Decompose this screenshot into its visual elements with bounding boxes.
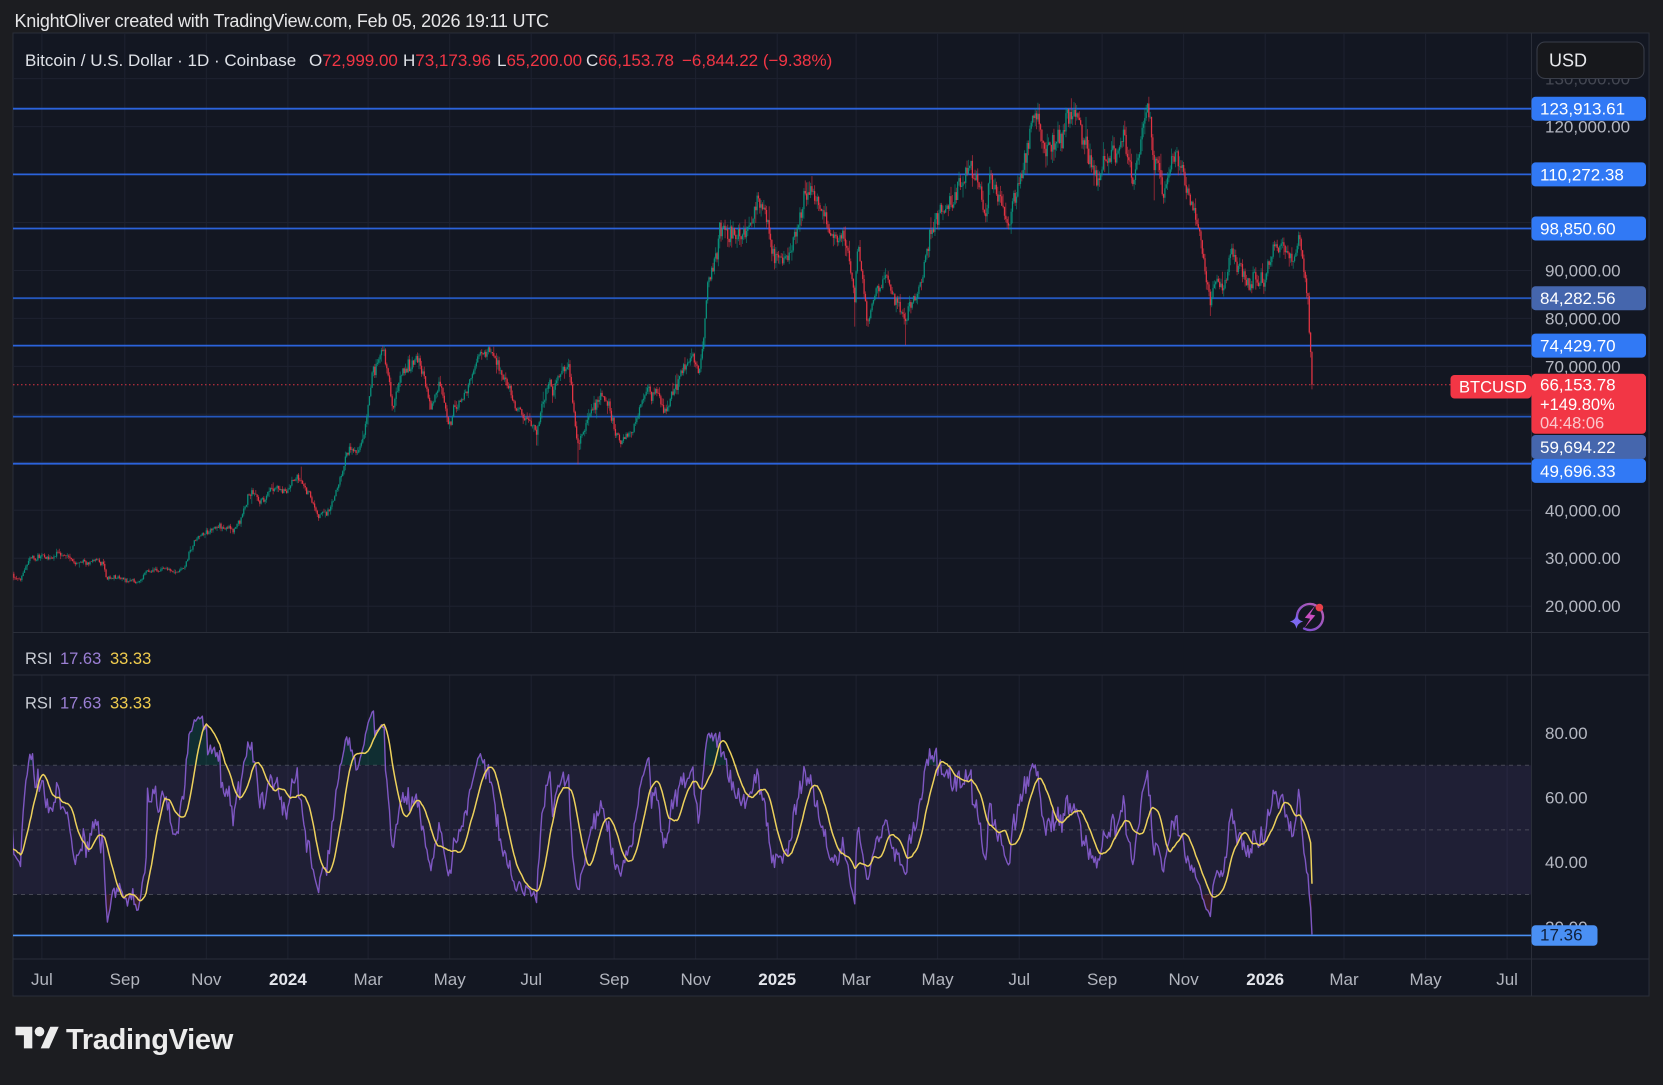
- svg-text:Jul: Jul: [520, 970, 542, 989]
- svg-text:80.00: 80.00: [1545, 724, 1588, 743]
- svg-text:C66,153.78: C66,153.78: [586, 51, 674, 70]
- svg-text:20,000.00: 20,000.00: [1545, 597, 1621, 616]
- svg-text:84,282.56: 84,282.56: [1540, 289, 1616, 308]
- svg-text:110,272.38: 110,272.38: [1540, 165, 1624, 184]
- svg-text:Nov: Nov: [680, 970, 711, 989]
- svg-text:Nov: Nov: [1168, 970, 1199, 989]
- svg-text:17.63: 17.63: [60, 650, 101, 668]
- svg-text:Jul: Jul: [1496, 970, 1518, 989]
- svg-text:Nov: Nov: [191, 970, 222, 989]
- svg-text:L65,200.00: L65,200.00: [497, 51, 582, 70]
- svg-text:Jul: Jul: [31, 970, 53, 989]
- svg-text:33.33: 33.33: [110, 650, 151, 668]
- svg-text:2026: 2026: [1246, 970, 1284, 989]
- svg-text:30,000.00: 30,000.00: [1545, 549, 1621, 568]
- svg-text:Bitcoin / U.S. Dollar · 1D · C: Bitcoin / U.S. Dollar · 1D · Coinbase: [25, 51, 296, 70]
- svg-text:KnightOliver created with Trad: KnightOliver created with TradingView.co…: [15, 11, 550, 31]
- svg-text:Sep: Sep: [110, 970, 140, 989]
- svg-text:Mar: Mar: [841, 970, 871, 989]
- svg-text:49,696.33: 49,696.33: [1540, 462, 1616, 481]
- svg-text:TradingView: TradingView: [66, 1024, 234, 1056]
- svg-text:May: May: [922, 970, 955, 989]
- svg-text:17.63: 17.63: [60, 695, 101, 713]
- svg-text:RSI: RSI: [25, 695, 53, 713]
- svg-text:90,000.00: 90,000.00: [1545, 262, 1621, 281]
- svg-text:123,913.61: 123,913.61: [1540, 100, 1625, 119]
- svg-text:BTCUSD: BTCUSD: [1459, 379, 1527, 397]
- svg-text:2025: 2025: [758, 970, 796, 989]
- svg-text:98,850.60: 98,850.60: [1540, 220, 1616, 239]
- svg-text:04:48:06: 04:48:06: [1540, 414, 1604, 432]
- svg-text:60.00: 60.00: [1545, 789, 1588, 808]
- svg-text:74,429.70: 74,429.70: [1540, 337, 1616, 356]
- svg-text:80,000.00: 80,000.00: [1545, 309, 1621, 328]
- svg-text:−6,844.22 (−9.38%): −6,844.22 (−9.38%): [682, 51, 832, 70]
- svg-text:40,000.00: 40,000.00: [1545, 501, 1621, 520]
- svg-text:59,694.22: 59,694.22: [1540, 438, 1616, 457]
- svg-text:O72,999.00: O72,999.00: [309, 51, 398, 70]
- svg-text:70,000.00: 70,000.00: [1545, 357, 1621, 376]
- svg-text:H73,173.96: H73,173.96: [403, 51, 491, 70]
- svg-text:Mar: Mar: [1329, 970, 1359, 989]
- svg-text:+149.80%: +149.80%: [1540, 396, 1615, 414]
- svg-text:40.00: 40.00: [1545, 853, 1588, 872]
- svg-text:Jul: Jul: [1008, 970, 1030, 989]
- svg-text:Mar: Mar: [353, 970, 383, 989]
- svg-text:May: May: [434, 970, 467, 989]
- svg-text:2024: 2024: [269, 970, 307, 989]
- svg-text:66,153.78: 66,153.78: [1540, 376, 1616, 395]
- svg-text:17.36: 17.36: [1540, 926, 1583, 945]
- svg-text:RSI: RSI: [25, 650, 53, 668]
- svg-text:33.33: 33.33: [110, 695, 151, 713]
- svg-text:May: May: [1410, 970, 1443, 989]
- svg-text:Sep: Sep: [1087, 970, 1117, 989]
- svg-text:Sep: Sep: [599, 970, 629, 989]
- svg-text:USD: USD: [1549, 51, 1587, 71]
